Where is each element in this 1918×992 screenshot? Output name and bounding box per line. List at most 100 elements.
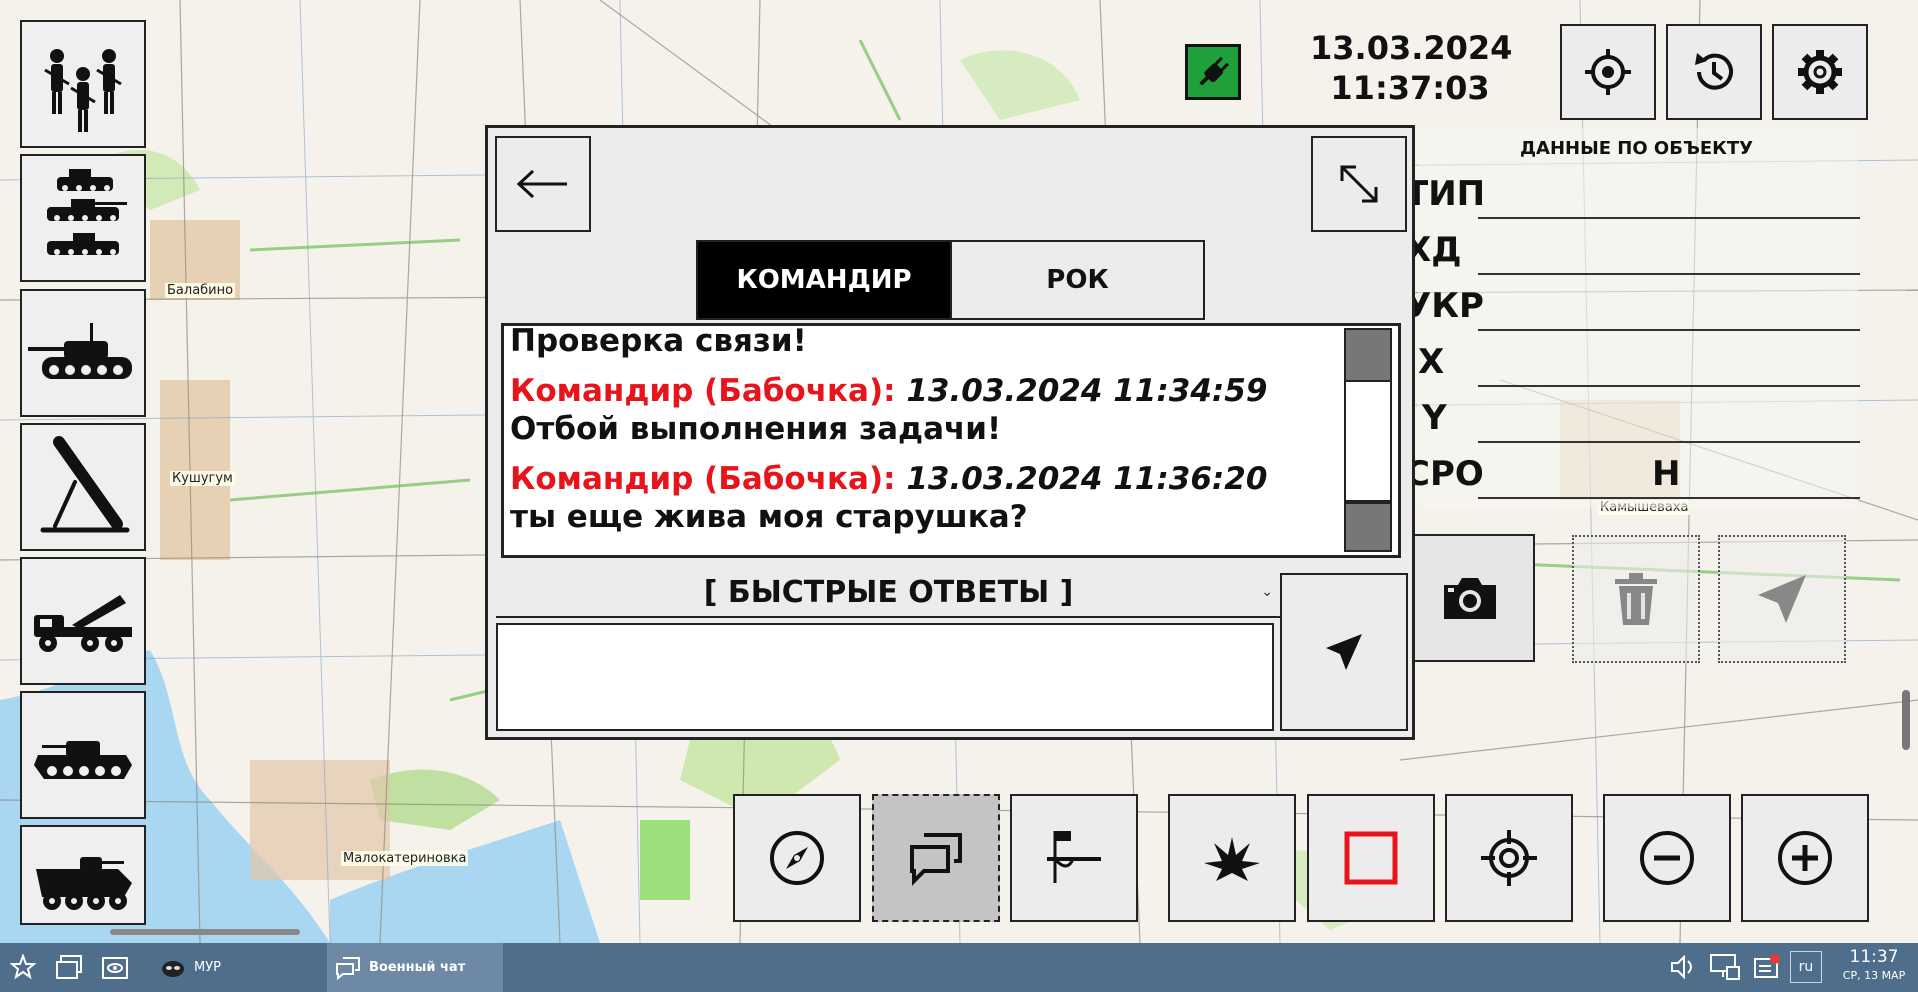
message-text: ты еще жива моя старушка? xyxy=(510,499,1028,535)
connection-status xyxy=(1185,44,1241,100)
start-button[interactable] xyxy=(8,949,38,985)
field-label-x: X xyxy=(1418,342,1445,382)
field-label-sro: СРО xyxy=(1405,454,1484,494)
trash-icon xyxy=(1615,573,1657,625)
chat-icon xyxy=(910,833,962,886)
field-label-ukr: УКР xyxy=(1405,286,1484,326)
expand-icon xyxy=(1340,165,1378,203)
network-button[interactable] xyxy=(1708,949,1742,985)
chat-icon xyxy=(336,956,360,980)
armor-group-icon xyxy=(47,169,127,255)
message-list[interactable]: Проверка связи! Командир (Бабочка): 13.0… xyxy=(501,323,1401,558)
zoom-out-icon xyxy=(1640,831,1694,885)
windows-button[interactable] xyxy=(54,949,84,985)
compass-icon xyxy=(770,831,824,885)
message-sender: Командир (Бабочка): xyxy=(510,373,896,409)
message-sender: Командир (Бабочка): xyxy=(510,461,896,497)
rocket-launcher-button[interactable] xyxy=(20,557,146,685)
date-text: 13.03.2024 xyxy=(1310,29,1513,67)
scroll-up-arrow[interactable] xyxy=(1346,330,1390,382)
volume-button[interactable] xyxy=(1668,949,1698,985)
taskbar-app-chat[interactable]: Военный чат xyxy=(327,943,503,992)
clock-date: СР, 13 МАР xyxy=(1842,969,1906,982)
chat-button[interactable] xyxy=(872,794,1000,922)
field-value-sro: Н xyxy=(1652,454,1681,494)
field-value-ukr xyxy=(1478,329,1860,331)
quick-replies-dropdown[interactable]: [ БЫСТРЫЕ ОТВЕТЫ ] ⌄ xyxy=(496,568,1281,618)
tank-button[interactable] xyxy=(20,289,146,417)
explosion-button[interactable] xyxy=(1168,794,1296,922)
expand-button[interactable] xyxy=(1311,136,1407,232)
plug-icon xyxy=(1199,56,1229,86)
square-icon xyxy=(1344,831,1398,885)
tab-commander[interactable]: КОМАНДИР xyxy=(696,240,952,320)
zoom-in-icon xyxy=(1778,831,1832,885)
message-list-item: Командир (Бабочка): 13.03.2024 11:36:20 … xyxy=(504,460,1338,536)
message-list-item: Проверка связи! xyxy=(504,323,1338,360)
chevron-down-icon: ⌄ xyxy=(1261,584,1273,600)
zoom-out-button[interactable] xyxy=(1603,794,1731,922)
history-button[interactable] xyxy=(1666,24,1762,120)
explosion-icon xyxy=(1204,837,1260,881)
rectangle-button[interactable] xyxy=(1307,794,1435,922)
arrow-left-icon xyxy=(516,169,567,199)
crosshair-icon xyxy=(1585,49,1631,95)
clock-time: 11:37 xyxy=(1849,947,1899,967)
delete-button[interactable] xyxy=(1572,535,1700,663)
taskbar-app-mur[interactable]: МУР xyxy=(150,943,330,992)
scroll-down-arrow[interactable] xyxy=(1346,502,1390,550)
language-button[interactable]: ru xyxy=(1790,951,1822,983)
apc-button[interactable] xyxy=(20,825,146,925)
back-button[interactable] xyxy=(495,136,591,232)
chat-window: КОМАНДИР РОК Проверка связи! Командир (Б… xyxy=(485,125,1415,740)
object-panel-title: ДАННЫЕ ПО ОБЪЕКТУ xyxy=(1520,138,1754,159)
send-icon xyxy=(1758,575,1806,623)
taskbar-clock[interactable]: 11:37 СР, 13 МАР xyxy=(1832,946,1916,984)
armor-group-button[interactable] xyxy=(20,154,146,282)
taskbar-app-label: Военный чат xyxy=(369,960,466,975)
message-text: Проверка связи! xyxy=(510,323,807,359)
camera-button[interactable] xyxy=(1405,534,1535,662)
send-object-button[interactable] xyxy=(1718,535,1846,663)
quick-replies-label: [ БЫСТРЫЕ ОТВЕТЫ ] xyxy=(703,574,1074,610)
flag-line-icon xyxy=(1047,831,1101,883)
raccoon-icon xyxy=(162,960,184,977)
mortar-icon xyxy=(40,436,130,533)
language-label: ru xyxy=(1798,959,1814,975)
camera-icon xyxy=(1444,578,1496,619)
zoom-in-button[interactable] xyxy=(1741,794,1869,922)
taskbar: МУР Военный чат ru 11:37 СР, 13 МАР xyxy=(0,943,1918,992)
field-label-type: ТИП xyxy=(1405,174,1486,214)
map-label: Кушугум xyxy=(170,471,235,486)
field-line-sro xyxy=(1478,497,1860,499)
message-input[interactable] xyxy=(496,623,1274,731)
message-list-item: Командир (Бабочка): 13.03.2024 11:34:59 … xyxy=(504,372,1338,448)
flag-line-button[interactable] xyxy=(1010,794,1138,922)
compass-button[interactable] xyxy=(733,794,861,922)
infantry-button[interactable] xyxy=(20,20,146,148)
tab-rok[interactable]: РОК xyxy=(950,240,1205,320)
ifv-button[interactable] xyxy=(20,691,146,819)
settings-button[interactable] xyxy=(1772,24,1868,120)
message-header: Командир (Бабочка): 13.03.2024 11:36:20 xyxy=(504,460,1338,498)
field-label-y: Y xyxy=(1422,398,1447,438)
message-time: 13.03.2024 11:34:59 xyxy=(906,373,1268,409)
gear-icon xyxy=(1798,50,1842,94)
send-message-button[interactable] xyxy=(1280,573,1408,731)
rocket-launcher-icon xyxy=(34,595,132,652)
map-label: Малокатериновка xyxy=(341,851,469,866)
target-button[interactable] xyxy=(1445,794,1573,922)
mortar-button[interactable] xyxy=(20,423,146,551)
locate-button[interactable] xyxy=(1560,24,1656,120)
time-text: 11:37:03 xyxy=(1330,69,1490,107)
speaker-icon xyxy=(1671,955,1692,979)
target-icon xyxy=(1481,830,1537,886)
message-text: Отбой выполнения задачи! xyxy=(510,411,1002,447)
datetime-display: 13.03.2024 11:37:03 xyxy=(1310,28,1513,108)
message-scrollbar[interactable] xyxy=(1344,328,1392,552)
notifications-button[interactable] xyxy=(1752,949,1782,985)
ifv-icon xyxy=(34,741,132,779)
desktop-button[interactable] xyxy=(100,949,130,985)
star-icon xyxy=(10,954,36,980)
field-value-y xyxy=(1478,441,1860,443)
